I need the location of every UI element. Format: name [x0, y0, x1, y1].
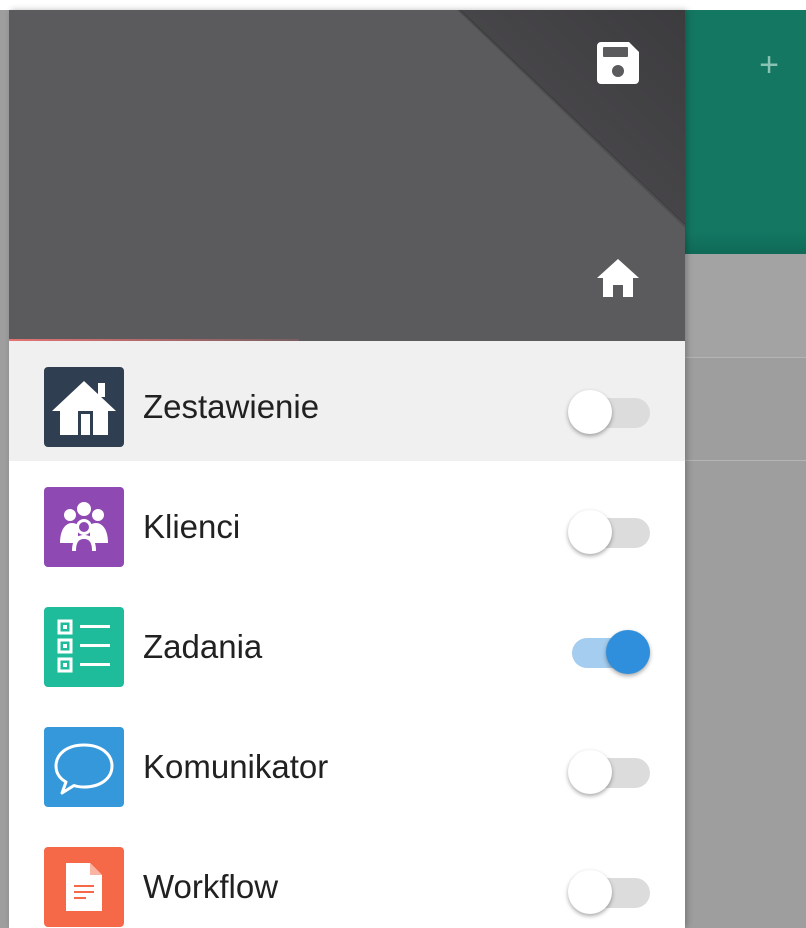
menu-item-komunikator[interactable]: Komunikator [9, 701, 685, 821]
zadania-toggle[interactable] [568, 621, 652, 674]
klienci-toggle[interactable] [568, 501, 652, 554]
background-band [685, 254, 806, 358]
menu-item-label: Zestawienie [143, 388, 320, 425]
toggle-thumb [606, 630, 650, 674]
menu-item-zestawienie[interactable]: Zestawienie [9, 341, 685, 461]
house-icon [44, 367, 124, 447]
divider [685, 357, 806, 358]
background-appbar [685, 10, 806, 254]
menu-item-workflow[interactable]: Workflow [9, 821, 685, 928]
toggle-thumb [568, 510, 612, 554]
document-icon [44, 847, 124, 927]
toggle-thumb [568, 870, 612, 914]
drawer-menu: Zestawienie Klienci Zadania Komunikator … [9, 341, 685, 928]
save-button[interactable] [596, 41, 640, 85]
drawer-header [9, 10, 685, 341]
menu-item-klienci[interactable]: Klienci [9, 461, 685, 581]
menu-item-label: Zadania [143, 628, 263, 665]
menu-item-label: Klienci [143, 508, 241, 545]
menu-item-label: Workflow [143, 868, 279, 905]
plus-icon[interactable]: + [752, 48, 786, 82]
background-scrim[interactable] [685, 461, 806, 928]
home-icon [597, 259, 639, 297]
background-appbar-shadow [685, 232, 806, 254]
toggle-thumb [568, 750, 612, 794]
toggle-thumb [568, 390, 612, 434]
people-group-icon [44, 487, 124, 567]
komunikator-toggle[interactable] [568, 741, 652, 794]
checklist-icon [44, 607, 124, 687]
speech-bubble-icon [44, 727, 124, 807]
zestawienie-toggle[interactable] [568, 381, 652, 434]
menu-item-zadania[interactable]: Zadania [9, 581, 685, 701]
home-button[interactable] [595, 255, 641, 301]
menu-item-label: Komunikator [143, 748, 329, 785]
floppy-disk-icon [597, 42, 639, 84]
workflow-toggle[interactable] [568, 861, 652, 914]
navigation-drawer: Zestawienie Klienci Zadania Komunikator … [9, 10, 685, 928]
